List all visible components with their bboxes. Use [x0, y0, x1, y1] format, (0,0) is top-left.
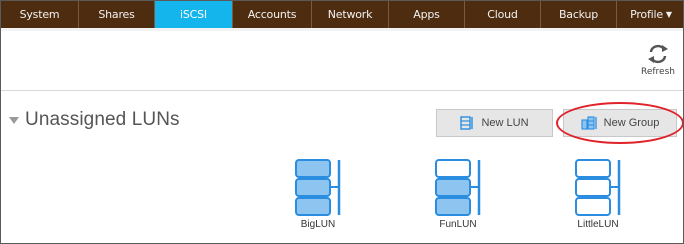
lun-disk-icon [435, 159, 481, 216]
app-window: System Shares iSCSI Accounts Network App… [0, 0, 684, 244]
triangle-down-icon [9, 117, 19, 124]
new-lun-button[interactable]: New LUN [436, 109, 553, 137]
nav-item-shares[interactable]: Shares [79, 1, 155, 28]
nav-item-backup[interactable]: Backup [541, 1, 617, 28]
top-nav-bar: System Shares iSCSI Accounts Network App… [1, 1, 683, 31]
refresh-icon [648, 44, 668, 64]
lun-label: BigLUN [300, 219, 336, 230]
lun-disk-icon [295, 159, 341, 216]
lun-item-littlelun[interactable]: LittleLUN [565, 157, 631, 241]
nav-item-iscsi[interactable]: iSCSI [155, 1, 233, 28]
section-title: Unassigned LUNs [25, 109, 180, 130]
nav-item-network[interactable]: Network [312, 1, 389, 28]
nav-item-accounts[interactable]: Accounts [233, 1, 312, 28]
refresh-button[interactable]: Refresh [637, 43, 679, 83]
lun-add-icon [460, 116, 474, 130]
nav-item-profile[interactable]: Profile ▼ [617, 1, 683, 28]
refresh-label: Refresh [641, 67, 675, 77]
toolbar: Refresh [1, 31, 683, 91]
nav-item-system[interactable]: System [1, 1, 79, 28]
group-add-icon [581, 116, 597, 130]
nav-item-apps[interactable]: Apps [389, 1, 465, 28]
new-group-label: New Group [603, 117, 660, 129]
new-group-button[interactable]: New Group [563, 109, 677, 137]
lun-item-biglun[interactable]: BigLUN [285, 157, 351, 241]
lun-item-funlun[interactable]: FunLUN [425, 157, 491, 241]
caret-down-icon: ▼ [665, 10, 672, 19]
nav-item-cloud[interactable]: Cloud [465, 1, 541, 28]
new-lun-label: New LUN [481, 117, 529, 129]
lun-disk-icon [575, 159, 621, 216]
lun-label: FunLUN [439, 219, 477, 230]
section-header[interactable]: Unassigned LUNs [9, 109, 180, 131]
lun-label: LittleLUN [577, 219, 619, 230]
